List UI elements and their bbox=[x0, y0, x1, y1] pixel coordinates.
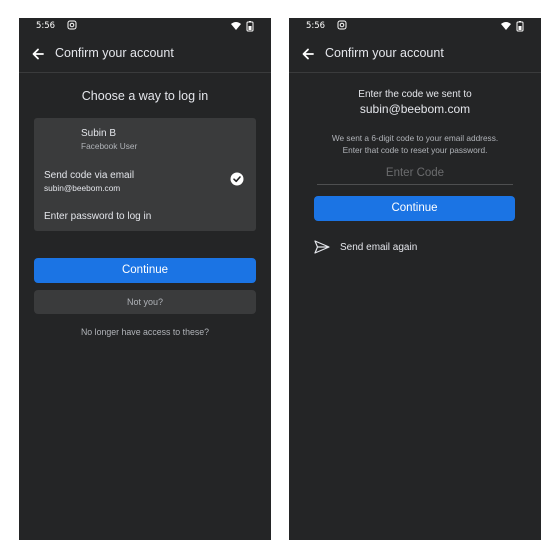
continue-button[interactable]: Continue bbox=[314, 196, 515, 221]
login-options-panel: Subin B Facebook User Send code via emai… bbox=[34, 118, 256, 231]
code-input[interactable] bbox=[317, 162, 513, 185]
wifi-battery-icons bbox=[501, 21, 524, 32]
user-name: Subin B bbox=[81, 128, 117, 139]
login-method-heading: Choose a way to log in bbox=[81, 89, 209, 103]
not-you-button[interactable]: Not you? bbox=[34, 290, 256, 314]
status-time: 5:56 bbox=[306, 21, 326, 31]
status-bar: 5:56 bbox=[19, 18, 271, 36]
option-email-address: subin@beebom.com bbox=[44, 183, 121, 193]
wifi-icon bbox=[231, 22, 241, 30]
enter-code-screen: 5:56 Confirm your account Enter the code… bbox=[289, 18, 541, 540]
option-email-label: Send code via email bbox=[44, 170, 135, 181]
user-subtitle: Facebook User bbox=[81, 141, 138, 151]
choose-login-screen: 5:56 Confirm your account Choose a way t… bbox=[19, 18, 271, 540]
send-email-again-label: Send email again bbox=[340, 242, 418, 253]
status-time: 5:56 bbox=[36, 21, 56, 31]
status-bar: 5:56 bbox=[289, 18, 541, 36]
page-title: Confirm your account bbox=[55, 46, 174, 60]
send-icon bbox=[314, 240, 330, 254]
instagram-icon bbox=[67, 20, 77, 30]
send-email-again-button[interactable]: Send email again bbox=[314, 240, 444, 256]
option-enter-password[interactable]: Enter password to log in bbox=[44, 211, 151, 222]
code-description-line1: We sent a 6-digit code to your email add… bbox=[331, 133, 499, 143]
code-description-line2: Enter that code to reset your password. bbox=[342, 145, 488, 155]
app-bar: Confirm your account bbox=[289, 36, 541, 73]
wifi-battery-icons bbox=[231, 21, 254, 32]
arrow-left-icon[interactable] bbox=[301, 47, 315, 61]
check-circle-icon bbox=[230, 172, 244, 186]
code-sent-text: Enter the code we sent to bbox=[358, 89, 472, 100]
wifi-icon bbox=[501, 22, 511, 30]
instagram-icon bbox=[337, 20, 347, 30]
page-title: Confirm your account bbox=[325, 46, 444, 60]
arrow-left-icon[interactable] bbox=[31, 47, 45, 61]
app-bar: Confirm your account bbox=[19, 36, 271, 73]
continue-button[interactable]: Continue bbox=[34, 258, 256, 283]
code-sent-email: subin@beebom.com bbox=[359, 102, 471, 116]
no-access-link[interactable]: No longer have access to these? bbox=[19, 327, 271, 337]
